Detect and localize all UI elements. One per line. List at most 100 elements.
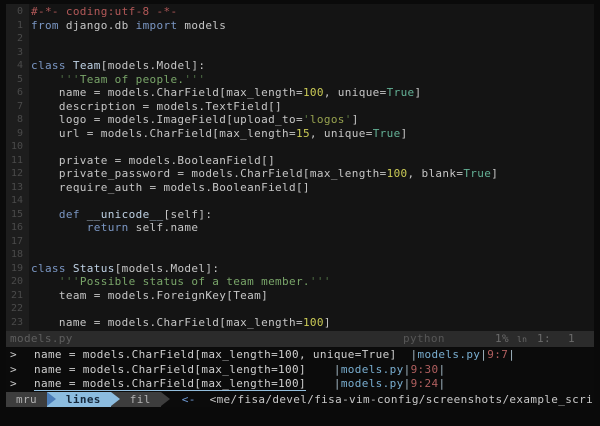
line-number: 15 xyxy=(6,208,29,222)
code-token: [models.Model]: xyxy=(115,262,220,275)
code-token: team = models.ForeignKey[Team] xyxy=(31,289,268,302)
code-line[interactable]: logo = models.ImageField[upload_to='logo… xyxy=(31,113,498,127)
code-line[interactable]: private_password = models.CharField[max_… xyxy=(31,167,498,181)
line-number: 8 xyxy=(6,113,29,127)
statusline-filename: models.py xyxy=(10,331,73,347)
code-token: ] xyxy=(324,316,331,329)
code-token: name = models.CharField[max_length= xyxy=(31,316,303,329)
code-line[interactable] xyxy=(31,235,498,249)
result-pipe: | xyxy=(411,348,418,361)
powerline-separator-icon xyxy=(111,392,120,407)
code-line[interactable] xyxy=(31,194,498,208)
code-line[interactable] xyxy=(31,32,498,46)
line-number: 13 xyxy=(6,181,29,195)
result-position: 9:7 xyxy=(487,348,508,361)
code-token: Team xyxy=(73,59,101,72)
code-line[interactable] xyxy=(31,248,498,262)
code-line[interactable]: class Status[models.Model]: xyxy=(31,262,498,276)
result-pipe: | xyxy=(404,363,411,376)
code-token: True xyxy=(463,167,491,180)
code-token: def xyxy=(59,208,80,221)
line-number: 5 xyxy=(6,73,29,87)
result-pipe: | xyxy=(508,348,515,361)
code-token: 100 xyxy=(303,316,324,329)
line-number: 10 xyxy=(6,140,29,154)
code-token: import xyxy=(136,19,178,32)
result-row[interactable]: >name = models.CharField[max_length=100,… xyxy=(6,348,594,363)
code-token: url = models.CharField[max_length= xyxy=(31,127,296,140)
ctrlp-statusbar: mrulinesfil <-> <me/fisa/devel/fisa-vim-… xyxy=(6,392,594,407)
code-line[interactable]: return self.name xyxy=(31,221,498,235)
code-line[interactable]: def __unicode__[self]: xyxy=(31,208,498,222)
code-line[interactable]: private = models.BooleanField[] xyxy=(31,154,498,168)
code-token: ''' xyxy=(184,73,205,86)
code-token: , unique= xyxy=(310,127,373,140)
ctrlp-mode-mru[interactable]: mru xyxy=(6,392,47,407)
code-line[interactable] xyxy=(31,140,498,154)
line-number: 17 xyxy=(6,235,29,249)
result-position: 9:24 xyxy=(411,377,439,390)
code-lines[interactable]: #-*- coding:utf-8 -*-from django.db impo… xyxy=(31,5,498,329)
code-line[interactable]: name = models.CharField[max_length=100] xyxy=(31,316,498,330)
code-line[interactable]: team = models.ForeignKey[Team] xyxy=(31,289,498,303)
code-token: models xyxy=(177,19,226,32)
ctrlp-modes: mru lines fil xyxy=(6,392,170,407)
code-line[interactable] xyxy=(31,46,498,60)
code-token: 100 xyxy=(303,86,324,99)
code-token: private_password = models.CharField[max_… xyxy=(31,167,387,180)
code-line[interactable]: require_auth = models.BooleanField[] xyxy=(31,181,498,195)
ctrlp-mode-lines[interactable]: lines xyxy=(56,392,111,407)
line-number: 23 xyxy=(6,316,29,330)
code-token: #-*- coding:utf-8 -*- xyxy=(31,5,177,18)
result-gap xyxy=(306,363,334,376)
line-number-icon: ln xyxy=(517,332,527,348)
line-number: 14 xyxy=(6,194,29,208)
result-filename: models.py xyxy=(418,348,481,361)
line-number: 21 xyxy=(6,289,29,303)
code-token: ] xyxy=(401,127,408,140)
code-token: private = models.BooleanField[] xyxy=(31,154,275,167)
line-number: 7 xyxy=(6,100,29,114)
code-token: [self]: xyxy=(164,208,213,221)
line-number: 19 xyxy=(6,262,29,276)
powerline-separator-icon xyxy=(47,392,56,407)
code-line[interactable]: #-*- coding:utf-8 -*- xyxy=(31,5,498,19)
code-token: True xyxy=(373,127,401,140)
code-line[interactable] xyxy=(31,302,498,316)
code-token: name = models.CharField[max_length= xyxy=(31,86,303,99)
ctrlp-prompt[interactable]: >>> nam charf_ xyxy=(6,408,594,424)
code-line[interactable]: description = models.TextField[] xyxy=(31,100,498,114)
code-token: Status xyxy=(73,262,115,275)
line-number: 20 xyxy=(6,275,29,289)
code-token: [models.Model]: xyxy=(101,59,206,72)
statusline-filetype: python xyxy=(403,331,445,347)
result-pipe: | xyxy=(438,377,445,390)
line-number: 2 xyxy=(6,32,29,46)
statusline-column: 1 xyxy=(568,331,575,347)
ctrlp-mode-fil[interactable]: fil xyxy=(120,392,161,407)
result-filename: models.py xyxy=(341,377,404,390)
line-number: 4 xyxy=(6,59,29,73)
code-line[interactable]: from django.db import models xyxy=(31,19,498,33)
code-token: ] xyxy=(491,167,498,180)
code-line[interactable]: '''Team of people.''' xyxy=(31,73,498,87)
code-line[interactable]: url = models.CharField[max_length=15, un… xyxy=(31,127,498,141)
vim-terminal: 01234567891011121314151617181920212223 #… xyxy=(0,0,600,426)
line-number: 18 xyxy=(6,248,29,262)
code-token xyxy=(80,208,87,221)
result-row[interactable]: >name = models.CharField[max_length=100]… xyxy=(6,363,594,378)
result-pipe: | xyxy=(404,377,411,390)
code-line[interactable]: name = models.CharField[max_length=100, … xyxy=(31,86,498,100)
result-gap xyxy=(397,348,411,361)
result-text: name = models.CharField[max_length=100] xyxy=(34,377,306,391)
code-line[interactable]: class Team[models.Model]: xyxy=(31,59,498,73)
line-number: 6 xyxy=(6,86,29,100)
code-token xyxy=(66,262,73,275)
code-line[interactable]: '''Possible status of a team member.''' xyxy=(31,275,498,289)
code-token: ] xyxy=(352,113,359,126)
code-token: return xyxy=(87,221,129,234)
result-text: name = models.CharField[max_length=100, … xyxy=(34,348,397,361)
code-token: require_auth = models.BooleanField[] xyxy=(31,181,310,194)
result-row[interactable]: >name = models.CharField[max_length=100]… xyxy=(6,377,594,392)
ctrlp-working-path: <me/fisa/devel/fisa-vim-config/screensho… xyxy=(210,392,594,407)
